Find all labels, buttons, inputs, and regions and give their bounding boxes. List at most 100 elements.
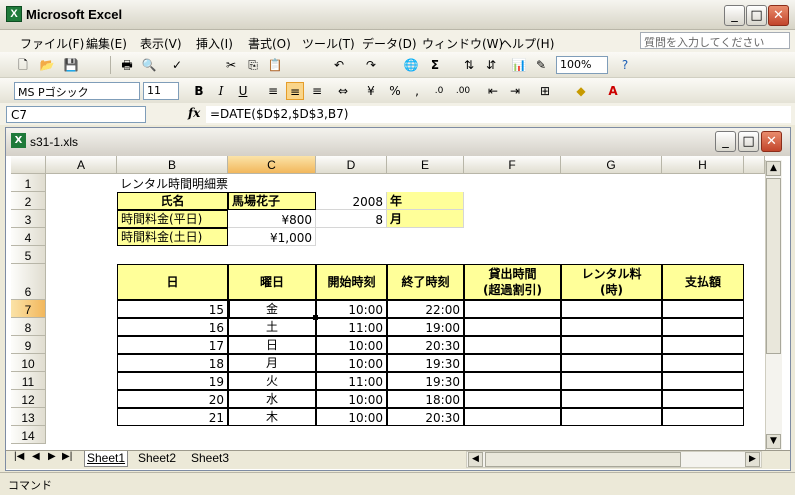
scroll-right-arrow-icon[interactable]: ▶ [745, 452, 760, 467]
cell-end-time[interactable]: 22:00 [387, 300, 464, 318]
tab-nav-first-icon[interactable]: |◀ [12, 451, 26, 467]
header-day[interactable]: 日 [117, 264, 228, 300]
row-header-1[interactable]: 1 [11, 174, 46, 192]
cell-weekday[interactable]: 水 [228, 390, 316, 408]
cell-start-time[interactable]: 10:00 [316, 390, 387, 408]
decrease-decimal-icon[interactable]: .00 [454, 82, 472, 100]
formula-input[interactable]: =DATE($D$2,$D$3,B7) [206, 106, 791, 123]
menu-insert[interactable]: 挿入(I) [196, 35, 233, 52]
menu-file[interactable]: ファイル(F) [20, 35, 84, 52]
scroll-left-arrow-icon[interactable]: ◀ [468, 452, 483, 467]
cell-payment[interactable] [662, 390, 744, 408]
cell-day[interactable]: 15 [117, 300, 228, 318]
cell-weekday[interactable]: 火 [228, 372, 316, 390]
cell-weekday[interactable]: 土 [228, 318, 316, 336]
bold-button[interactable]: B [190, 82, 208, 100]
cell-rental-fee[interactable] [561, 318, 662, 336]
cell-end-time[interactable]: 19:30 [387, 354, 464, 372]
cell-start-time[interactable]: 10:00 [316, 336, 387, 354]
merge-center-icon[interactable]: ⇔ [334, 82, 352, 100]
cell-start-time[interactable]: 11:00 [316, 372, 387, 390]
cell-payment[interactable] [662, 354, 744, 372]
cell-rental-hours[interactable] [464, 336, 561, 354]
tab-sheet3[interactable]: Sheet3 [189, 451, 231, 467]
scroll-down-arrow-icon[interactable]: ▼ [766, 434, 781, 449]
cell-b3[interactable]: 時間料金(平日) [117, 210, 228, 228]
cell-rental-hours[interactable] [464, 372, 561, 390]
column-header-f[interactable]: F [464, 156, 561, 174]
tab-sheet2[interactable]: Sheet2 [136, 451, 178, 467]
header-payment[interactable]: 支払額 [662, 264, 744, 300]
font-color-icon[interactable]: A [604, 82, 622, 100]
align-left-icon[interactable]: ≡ [264, 82, 282, 100]
print-icon[interactable]: 🖶 [118, 56, 136, 74]
cell-payment[interactable] [662, 408, 744, 426]
menu-data[interactable]: データ(D) [362, 35, 417, 52]
cell-end-time[interactable]: 19:30 [387, 372, 464, 390]
currency-icon[interactable]: ¥ [362, 82, 380, 100]
cell-start-time[interactable]: 10:00 [316, 354, 387, 372]
cut-icon[interactable]: ✂ [222, 56, 240, 74]
copy-icon[interactable]: ⎘ [244, 56, 262, 74]
cell-c3[interactable]: ¥800 [228, 210, 316, 228]
cell-day[interactable]: 19 [117, 372, 228, 390]
menu-help[interactable]: ヘルプ(H) [500, 35, 554, 52]
save-icon[interactable]: 💾 [62, 56, 80, 74]
workbook-restore-button[interactable]: □ [738, 131, 759, 152]
header-end-time[interactable]: 終了時刻 [387, 264, 464, 300]
row-header-13[interactable]: 13 [11, 408, 46, 426]
row-header-9[interactable]: 9 [11, 336, 46, 354]
increase-indent-icon[interactable]: ⇥ [506, 82, 524, 100]
align-center-icon[interactable]: ≡ [286, 82, 304, 100]
underline-button[interactable]: U [234, 82, 252, 100]
column-header-a[interactable]: A [46, 156, 117, 174]
cell-rental-fee[interactable] [561, 390, 662, 408]
cell-rental-fee[interactable] [561, 336, 662, 354]
help-search-input[interactable]: 質問を入力してください [640, 32, 790, 49]
cell-start-time[interactable]: 10:00 [316, 300, 387, 318]
new-file-icon[interactable]: 🗋 [14, 56, 32, 74]
header-start-time[interactable]: 開始時刻 [316, 264, 387, 300]
help-icon[interactable]: ? [616, 56, 634, 74]
cell-payment[interactable] [662, 300, 744, 318]
cell-b4[interactable]: 時間料金(土日) [117, 228, 228, 246]
cell-b1[interactable]: レンタル時間明細票 [117, 174, 316, 192]
cell-c2[interactable]: 馬場花子 [228, 192, 316, 210]
comma-style-icon[interactable]: , [408, 82, 426, 100]
cell-payment[interactable] [662, 318, 744, 336]
decrease-indent-icon[interactable]: ⇤ [484, 82, 502, 100]
row-header-12[interactable]: 12 [11, 390, 46, 408]
tab-nav-last-icon[interactable]: ▶| [60, 451, 74, 467]
maximize-button[interactable]: □ [746, 5, 767, 26]
column-header-g[interactable]: G [561, 156, 662, 174]
paste-icon[interactable]: 📋 [266, 56, 284, 74]
cell-rental-hours[interactable] [464, 408, 561, 426]
drawing-icon[interactable]: ✎ [532, 56, 550, 74]
cell-weekday[interactable]: 日 [228, 336, 316, 354]
cell-weekday[interactable]: 月 [228, 354, 316, 372]
font-name-select[interactable]: MS Pゴシック [14, 82, 140, 100]
minimize-button[interactable]: _ [724, 5, 745, 26]
menu-format[interactable]: 書式(O) [248, 35, 291, 52]
cell-rental-fee[interactable] [561, 408, 662, 426]
column-header-c[interactable]: C [228, 156, 316, 174]
cell-end-time[interactable]: 20:30 [387, 408, 464, 426]
cell-b2[interactable]: 氏名 [117, 192, 228, 210]
cell-rental-fee[interactable] [561, 372, 662, 390]
cell-payment[interactable] [662, 372, 744, 390]
scroll-up-arrow-icon[interactable]: ▲ [766, 161, 781, 176]
menu-edit[interactable]: 編集(E) [86, 35, 127, 52]
cell-day[interactable]: 21 [117, 408, 228, 426]
cell-e3[interactable]: 月 [387, 210, 464, 228]
redo-icon[interactable]: ↷ [362, 56, 380, 74]
header-weekday[interactable]: 曜日 [228, 264, 316, 300]
column-header-e[interactable]: E [387, 156, 464, 174]
align-right-icon[interactable]: ≡ [308, 82, 326, 100]
cell-day[interactable]: 16 [117, 318, 228, 336]
cell-end-time[interactable]: 20:30 [387, 336, 464, 354]
column-header-d[interactable]: D [316, 156, 387, 174]
tab-sheet1[interactable]: Sheet1 [84, 451, 129, 467]
name-box[interactable]: C7 [6, 106, 146, 123]
row-header-5[interactable]: 5 [11, 246, 46, 264]
italic-button[interactable]: I [212, 82, 230, 100]
